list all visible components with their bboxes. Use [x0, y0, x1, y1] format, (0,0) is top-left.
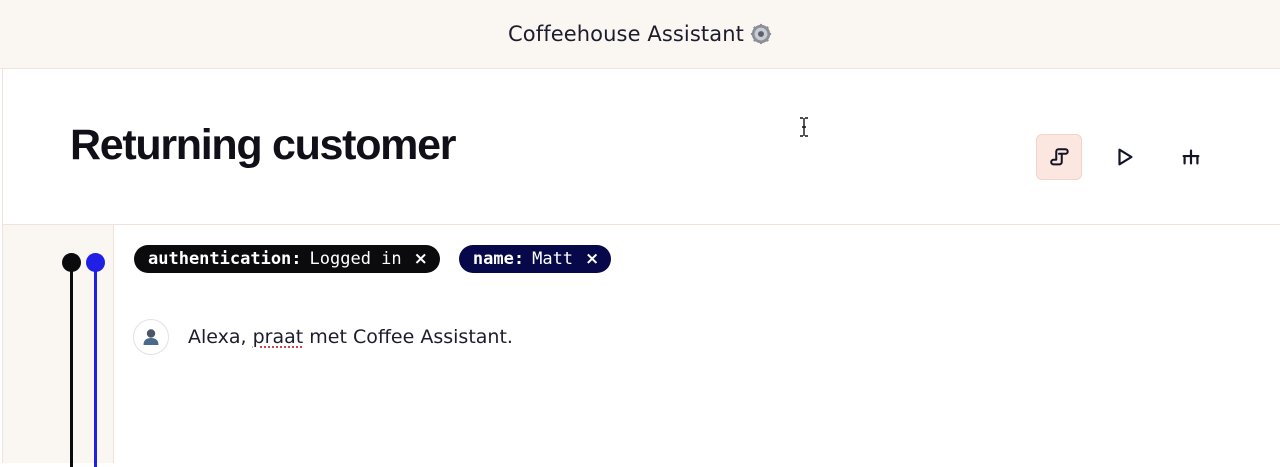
- app-title-group: Coffeehouse Assistant: [508, 22, 772, 46]
- close-icon[interactable]: ×: [414, 249, 428, 269]
- track-dot-black[interactable]: [62, 253, 81, 272]
- misspelled-word: praat: [253, 326, 304, 348]
- tag-authentication[interactable]: authentication: Logged in ×: [134, 245, 440, 273]
- message-text-start: Alexa,: [188, 326, 253, 348]
- tag-key: name:: [473, 249, 524, 269]
- script-view-button[interactable]: [1036, 134, 1082, 180]
- tag-value: Logged in: [310, 249, 402, 269]
- branch-button[interactable]: [1168, 134, 1214, 180]
- close-icon[interactable]: ×: [585, 249, 599, 269]
- message-text: Alexa, praat met Coffee Assistant.: [188, 326, 513, 348]
- track-dot-blue[interactable]: [86, 253, 105, 272]
- user-message[interactable]: Alexa, praat met Coffee Assistant.: [133, 319, 513, 355]
- user-icon: [141, 327, 161, 347]
- script-icon: [1048, 146, 1070, 168]
- gear-icon: [750, 23, 772, 45]
- track-line-blue: [94, 262, 97, 467]
- top-bar: Coffeehouse Assistant: [0, 0, 1280, 69]
- page-title: Returning customer: [70, 121, 455, 170]
- avatar: [133, 319, 169, 355]
- play-button[interactable]: [1102, 134, 1148, 180]
- tag-key: authentication:: [148, 249, 302, 269]
- play-icon: [1114, 146, 1136, 168]
- tag-name[interactable]: name: Matt ×: [459, 245, 611, 273]
- track-line-black: [70, 262, 73, 467]
- app-title: Coffeehouse Assistant: [508, 22, 744, 46]
- conversation-header: Returning customer: [3, 69, 1280, 225]
- text-cursor-icon: [798, 117, 810, 137]
- tag-value: Matt: [532, 249, 573, 269]
- context-tags: authentication: Logged in × name: Matt ×: [134, 245, 611, 273]
- branch-track-gutter: [3, 225, 114, 463]
- conversation-panel: Returning customer authentication: Logge…: [2, 69, 1280, 463]
- message-text-end: met Coffee Assistant.: [303, 326, 513, 348]
- branch-icon: [1180, 146, 1202, 168]
